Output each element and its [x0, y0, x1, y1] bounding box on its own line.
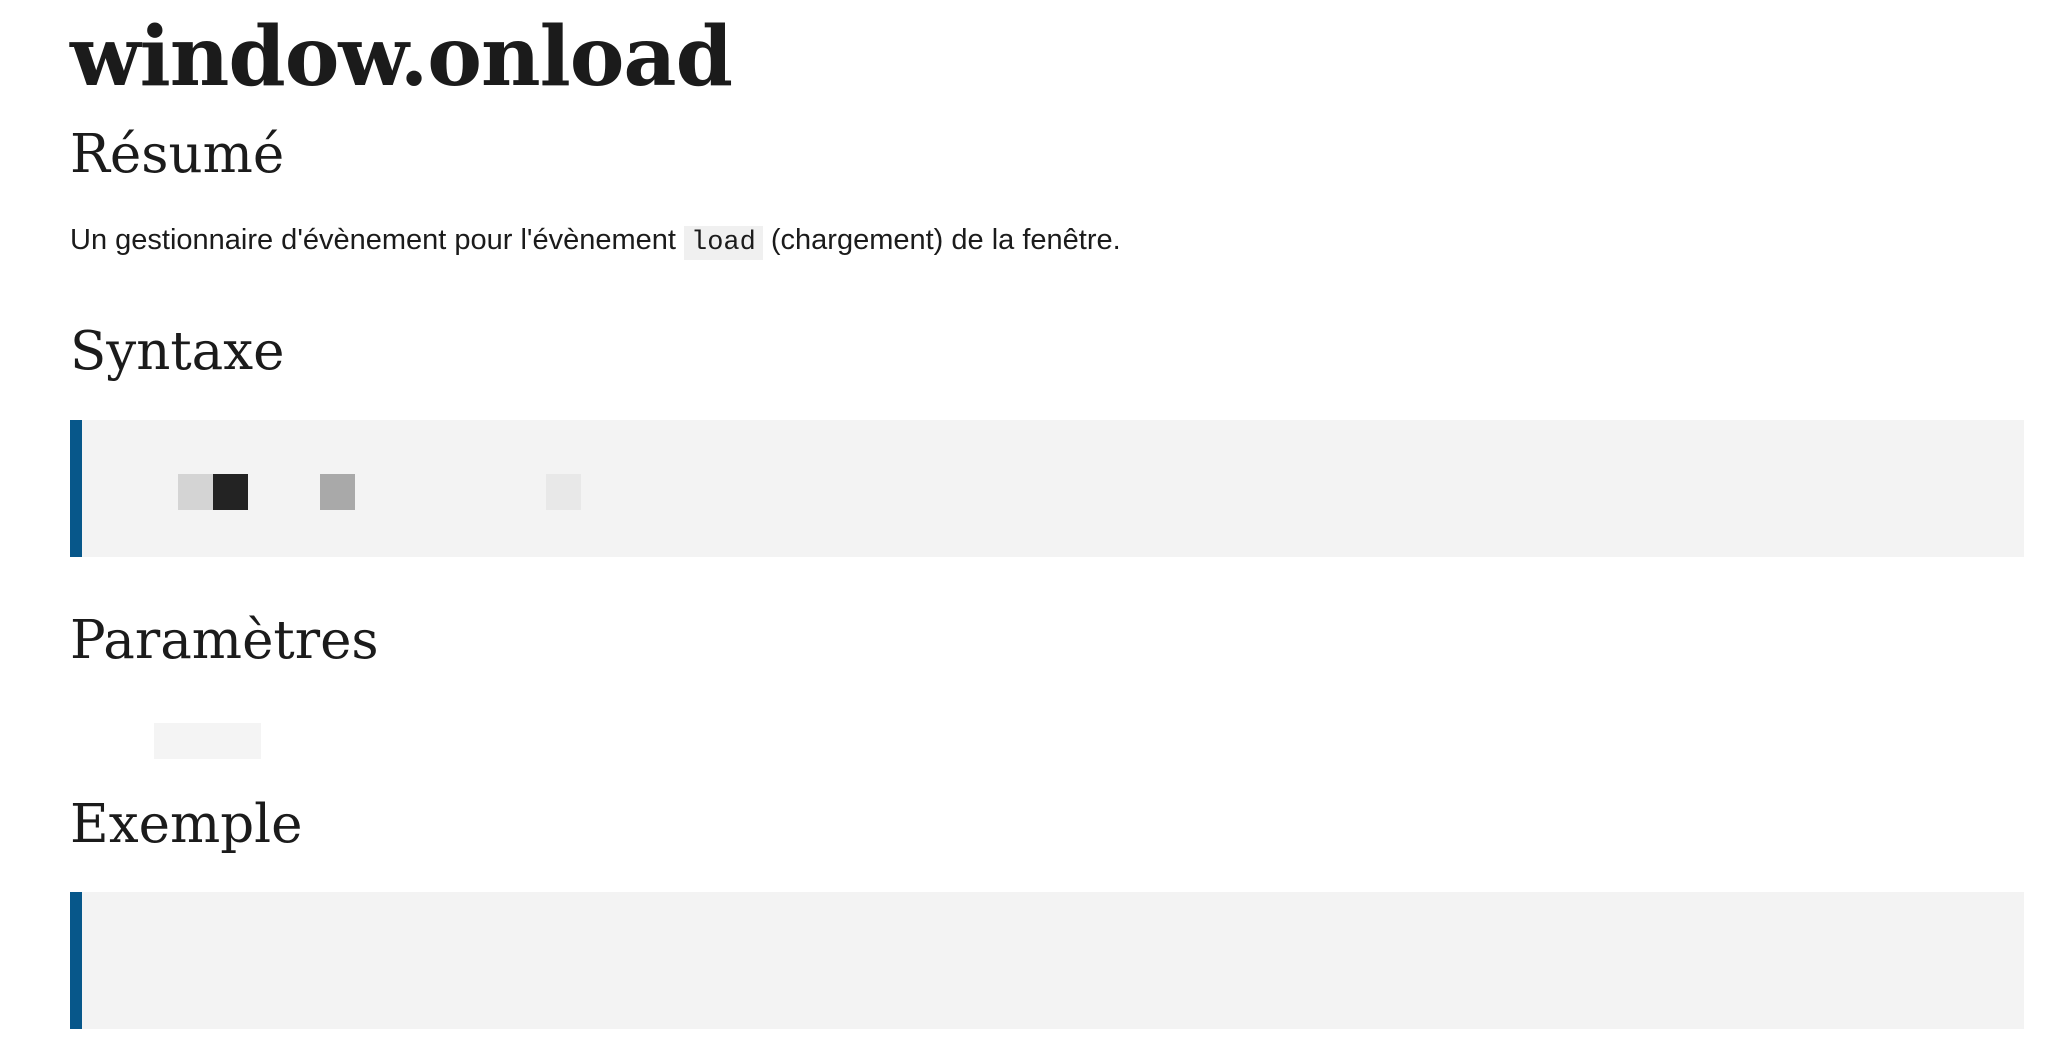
summary-heading: Résumé: [70, 124, 285, 185]
summary-paragraph: Un gestionnaire d'évènement pour l'évène…: [70, 224, 1121, 260]
summary-text-after: (chargement) de la fenêtre.: [762, 224, 1121, 256]
example-heading: Exemple: [70, 794, 303, 855]
summary-text-before: Un gestionnaire d'évènement pour l'évène…: [70, 224, 685, 256]
inline-code-load: load: [684, 226, 763, 260]
code-pixel-block: [178, 474, 213, 510]
code-pixel-block: [320, 474, 355, 510]
example-code-block: [70, 892, 2024, 1029]
parameters-heading: Paramètres: [70, 610, 379, 671]
syntax-heading: Syntaxe: [70, 321, 285, 382]
code-pixel-block: [213, 474, 248, 510]
parameter-item-placeholder: [154, 723, 261, 759]
page-title: window.onload: [70, 9, 733, 105]
code-pixel-block: [546, 474, 581, 510]
syntax-code-block: [70, 420, 2024, 557]
